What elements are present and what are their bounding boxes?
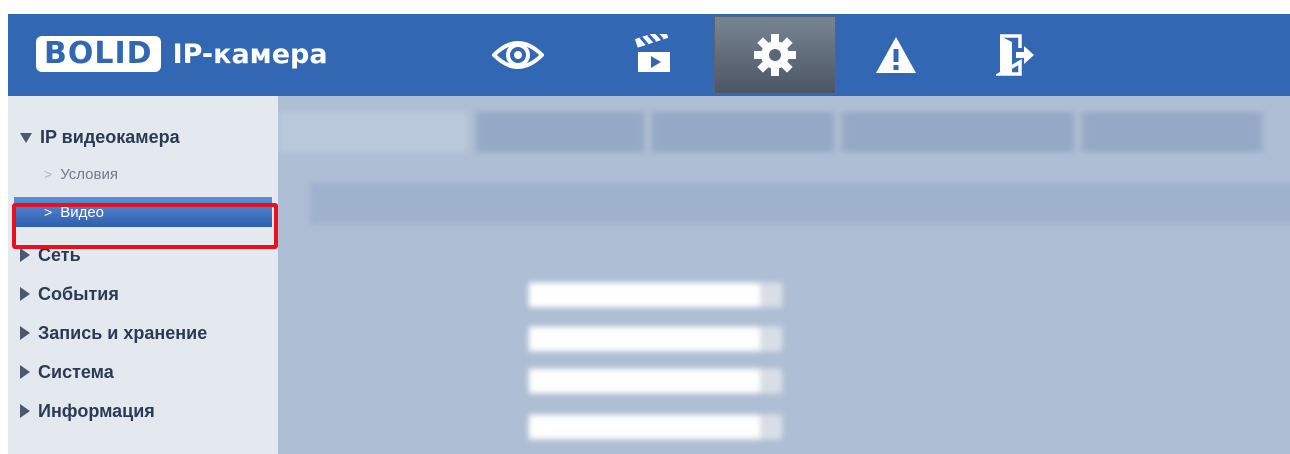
tab-bar <box>278 112 1290 152</box>
dropdown-arrow-icon <box>760 327 782 351</box>
top-header: BOLID IP-камера <box>8 14 1290 96</box>
sidebar-section-system[interactable]: Система <box>14 355 272 389</box>
gear-icon <box>754 34 796 76</box>
caret-right-icon <box>20 326 30 340</box>
logo-badge: BOLID <box>36 36 161 72</box>
dropdown-arrow-icon <box>760 415 782 439</box>
sidebar: IP видеокамера > Условия > Видео Сеть Со… <box>8 96 278 454</box>
sidebar-section-label: Запись и хранение <box>38 322 208 343</box>
dropdown-field[interactable] <box>528 326 783 352</box>
nav-alarms-button[interactable] <box>846 14 946 96</box>
app-title: IP-камера <box>172 38 328 70</box>
sidebar-section-events[interactable]: События <box>14 277 272 311</box>
sidebar-section-label: Информация <box>38 400 155 421</box>
nav-settings-button[interactable] <box>714 16 836 94</box>
tab-1[interactable] <box>278 112 468 152</box>
form-row <box>348 414 798 444</box>
main-content <box>278 96 1290 454</box>
nav-logout-button[interactable] <box>966 14 1066 96</box>
caret-right-icon <box>20 404 30 418</box>
caret-right-icon <box>20 287 30 301</box>
sidebar-section-ip-camera[interactable]: IP видеокамера <box>14 120 272 154</box>
dropdown-field[interactable] <box>528 414 783 440</box>
caret-down-icon <box>20 133 32 143</box>
dropdown-field[interactable] <box>528 282 783 308</box>
sidebar-section-label: Система <box>38 361 114 382</box>
clapperboard-icon <box>635 34 670 72</box>
caret-right-icon <box>20 248 30 262</box>
selection-highlight-box <box>12 203 278 249</box>
nav-playback-button[interactable] <box>604 14 704 96</box>
sidebar-section-recording[interactable]: Запись и хранение <box>14 316 272 350</box>
tab-5[interactable] <box>1082 112 1262 152</box>
logout-icon <box>996 34 1034 76</box>
form-row <box>348 326 798 356</box>
sidebar-section-info[interactable]: Информация <box>14 394 272 428</box>
dropdown-field[interactable] <box>528 368 783 394</box>
tab-3[interactable] <box>652 112 834 152</box>
app-window: BOLID IP-камера IP видеокамера > Условия… <box>8 14 1290 454</box>
logo-text: BOLID <box>44 36 153 71</box>
brand-logo: BOLID IP-камера <box>36 36 328 72</box>
dropdown-arrow-icon <box>760 369 782 393</box>
section-header-bar <box>310 182 1290 224</box>
form-row <box>348 282 798 312</box>
sidebar-section-label: IP видеокамера <box>40 126 180 147</box>
tab-4[interactable] <box>842 112 1074 152</box>
sidebar-item-conditions[interactable]: > Условия <box>14 159 272 189</box>
caret-right-icon <box>20 365 30 379</box>
form-row <box>348 368 798 398</box>
nav-live-view-button[interactable] <box>468 14 568 96</box>
sidebar-item-label: Условия <box>60 165 118 183</box>
tab-2[interactable] <box>476 112 644 152</box>
dropdown-arrow-icon <box>760 283 782 307</box>
warning-icon <box>876 37 916 73</box>
eye-icon <box>492 41 544 69</box>
sidebar-section-label: События <box>38 283 119 304</box>
chevron-right-icon: > <box>44 166 53 182</box>
